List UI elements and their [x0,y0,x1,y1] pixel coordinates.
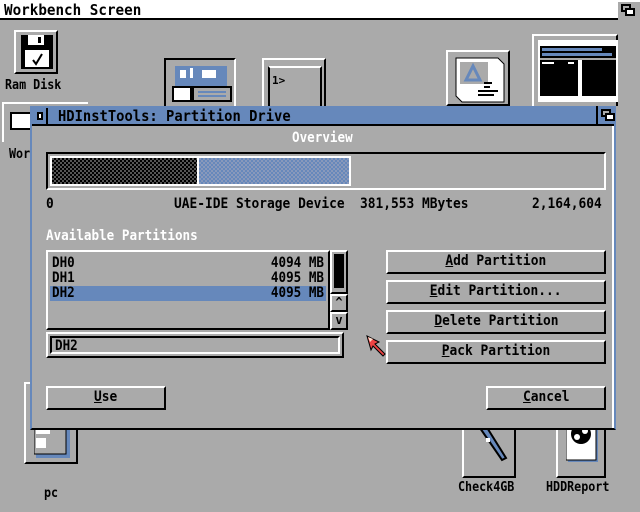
depth-arrange-icon [619,3,637,17]
floppy-disk-icon [21,35,53,69]
desktop-icon-label: Wor [9,147,31,162]
partition-name: DH1 [52,270,75,286]
add-partition-button[interactable]: Add Partition [386,250,606,274]
pack-partition-button[interactable]: Pack Partition [386,340,606,364]
partition-size: 4095 MB [270,270,324,286]
partition-row[interactable]: DH0 4094 MB [50,255,326,271]
partition-size: 4094 MB [270,255,324,271]
delete-partition-button[interactable]: Delete Partition [386,310,606,334]
partition-list[interactable]: DH0 4094 MB DH1 4095 MB DH2 4095 MB [46,250,330,330]
overview-end-label: 2,164,604 [532,196,602,212]
desktop-icon-label: pc [44,486,59,501]
desktop-icon-label: HDDReport [546,480,610,495]
partitions-heading: Available Partitions [46,228,198,244]
desktop-icon-shell-window[interactable] [532,34,618,106]
partition-drive-window: HDInstTools: Partition Drive Overview 0 … [30,106,616,430]
button-label: se [102,389,118,405]
desktop-icon-tools[interactable] [164,58,236,110]
cancel-button[interactable]: Cancel [486,386,606,410]
partition-name-field[interactable]: DH2 [46,332,344,358]
window-depth-button[interactable] [596,106,616,126]
device-name: UAE-IDE Storage Device [174,196,345,212]
partition-name-value: DH2 [55,338,78,354]
shortcut-key: D [433,313,442,329]
edit-partition-button[interactable]: Edit Partition... [386,280,606,304]
depth-arrange-icon [599,108,617,122]
overview-bar[interactable] [46,152,606,190]
button-label: ack Partition [449,343,551,359]
screwdriver-icon [478,426,508,462]
button-label: elete Partition [441,313,559,329]
window-title: HDInstTools: Partition Drive [58,107,291,125]
desktop-icon-ram-disk[interactable] [14,30,60,78]
scroll-down-button[interactable]: v [330,312,348,330]
close-icon [37,112,43,120]
terminal-window-icon [538,40,618,102]
pc-drive-icon [34,428,70,458]
button-label: dd Partition [453,253,547,269]
window-title-bar[interactable]: HDInstTools: Partition Drive [32,106,616,126]
shell-prompt: 1> [272,74,286,87]
button-label: dit Partition... [437,283,562,299]
device-capacity: 381,553 MBytes [360,196,469,212]
scroll-up-button[interactable]: ^ [330,294,348,312]
arrow-down-icon: v [335,313,343,327]
overview-start-label: 0 [46,196,54,212]
partition-row-selected[interactable]: DH2 4095 MB [50,285,326,301]
desktop-icon-picture[interactable] [446,50,510,106]
arrow-up-icon: ^ [335,295,343,309]
window-close-button[interactable] [34,108,48,124]
partition-name: DH0 [52,255,75,271]
mouse-pointer-icon [366,335,386,357]
screen-title-bar: Workbench Screen [0,0,640,20]
button-label: ancel [530,389,570,405]
use-button[interactable]: Use [46,386,166,410]
partition-list-scrollbar[interactable] [330,250,348,294]
desktop-icon-label: Ram Disk [5,78,62,93]
screen-title: Workbench Screen [4,1,142,19]
overview-heading: Overview [292,130,353,146]
desktop-icon-label: Check4GB [458,480,515,495]
partition-size: 4095 MB [270,285,324,301]
partition-row[interactable]: DH1 4095 MB [50,270,326,286]
scrollbar-knob[interactable] [334,254,344,288]
overview-free-segment[interactable] [199,156,351,186]
picture-document-icon [455,57,505,103]
screen-depth-button[interactable] [618,2,640,20]
shortcut-key: C [522,389,531,405]
tools-drawer-icon [172,66,232,102]
shortcut-key: P [441,343,450,359]
overview-used-segment[interactable] [50,156,199,186]
desktop-icon-shell[interactable]: 1> [262,58,326,112]
partition-name: DH2 [52,285,75,301]
